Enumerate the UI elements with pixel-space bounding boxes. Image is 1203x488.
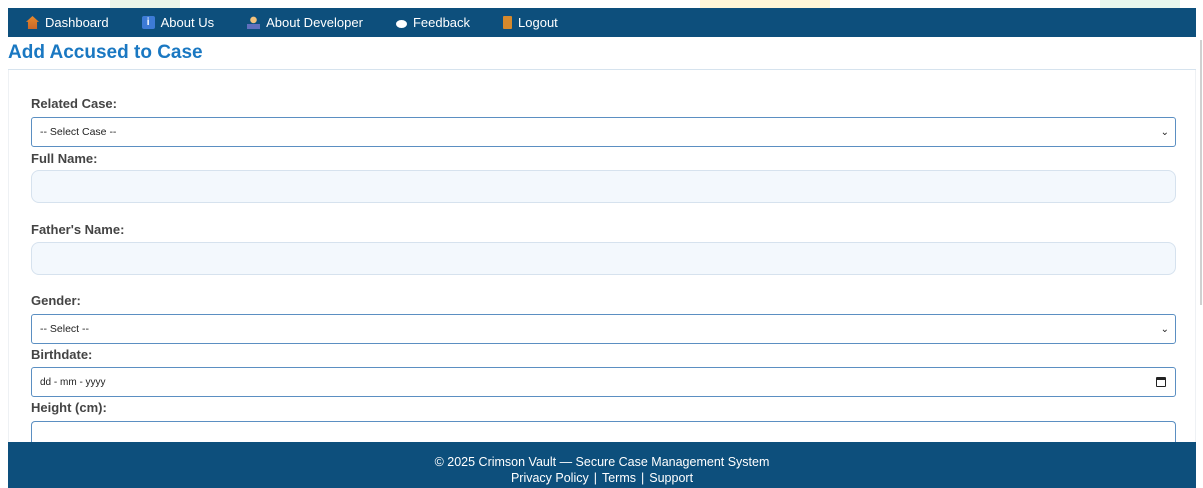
home-icon xyxy=(26,16,39,29)
height-label: Height (cm): xyxy=(31,400,107,415)
father-name-input[interactable] xyxy=(31,242,1176,275)
full-name-input[interactable] xyxy=(31,170,1176,203)
gender-select[interactable]: -- Select -- ⌄ xyxy=(31,314,1176,344)
nav-feedback-label: Feedback xyxy=(412,15,471,30)
footer-separator: | xyxy=(641,471,645,485)
related-case-select[interactable]: -- Select Case -- ⌄ xyxy=(31,117,1176,147)
background-stripe xyxy=(1100,0,1180,8)
privacy-policy-link[interactable]: Privacy Policy xyxy=(511,471,589,485)
footer-separator: | xyxy=(593,471,597,485)
height-input[interactable] xyxy=(31,421,1176,443)
footer-copyright: © 2025 Crimson Vault — Secure Case Manag… xyxy=(434,455,770,469)
full-name-label: Full Name: xyxy=(31,151,98,166)
chevron-down-icon: ⌄ xyxy=(1160,324,1169,335)
developer-icon xyxy=(247,16,261,29)
nav-about-developer[interactable]: About Developer xyxy=(247,15,363,30)
nav-logout-label: Logout xyxy=(518,15,558,30)
nav-dashboard[interactable]: Dashboard xyxy=(26,15,109,30)
nav-dashboard-label: Dashboard xyxy=(45,15,109,30)
birthdate-label: Birthdate: xyxy=(31,347,93,362)
father-name-label: Father's Name: xyxy=(31,222,125,237)
page-title: Add Accused to Case xyxy=(8,42,203,63)
related-case-label: Related Case: xyxy=(31,96,117,111)
gender-selected: -- Select -- xyxy=(40,323,90,335)
background-stripe xyxy=(110,0,180,8)
nav-about-us-label: About Us xyxy=(160,15,215,30)
nav-about-developer-label: About Developer xyxy=(266,15,363,30)
background-stripe xyxy=(700,0,830,8)
gender-label: Gender: xyxy=(31,293,81,308)
birthdate-input[interactable]: dd - mm - yyyy xyxy=(31,367,1176,397)
info-icon: i xyxy=(141,16,155,29)
related-case-selected: -- Select Case -- xyxy=(40,126,117,138)
terms-link[interactable]: Terms xyxy=(602,471,636,485)
nav-about-us[interactable]: i About Us xyxy=(141,15,215,30)
footer-links: Privacy Policy | Terms | Support xyxy=(8,471,1196,485)
support-link[interactable]: Support xyxy=(649,471,693,485)
scrollbar[interactable] xyxy=(1200,40,1202,305)
chevron-down-icon: ⌄ xyxy=(1160,127,1169,138)
door-icon xyxy=(503,16,513,29)
nav-logout[interactable]: Logout xyxy=(503,15,558,30)
nav-feedback[interactable]: Feedback xyxy=(395,15,471,30)
footer: © 2025 Crimson Vault — Secure Case Manag… xyxy=(8,442,1196,488)
chat-bubble-icon xyxy=(395,19,407,28)
top-navigation: Dashboard i About Us About Developer Fee… xyxy=(8,8,1196,37)
calendar-icon[interactable] xyxy=(1156,377,1166,387)
birthdate-placeholder: dd - mm - yyyy xyxy=(40,376,106,388)
